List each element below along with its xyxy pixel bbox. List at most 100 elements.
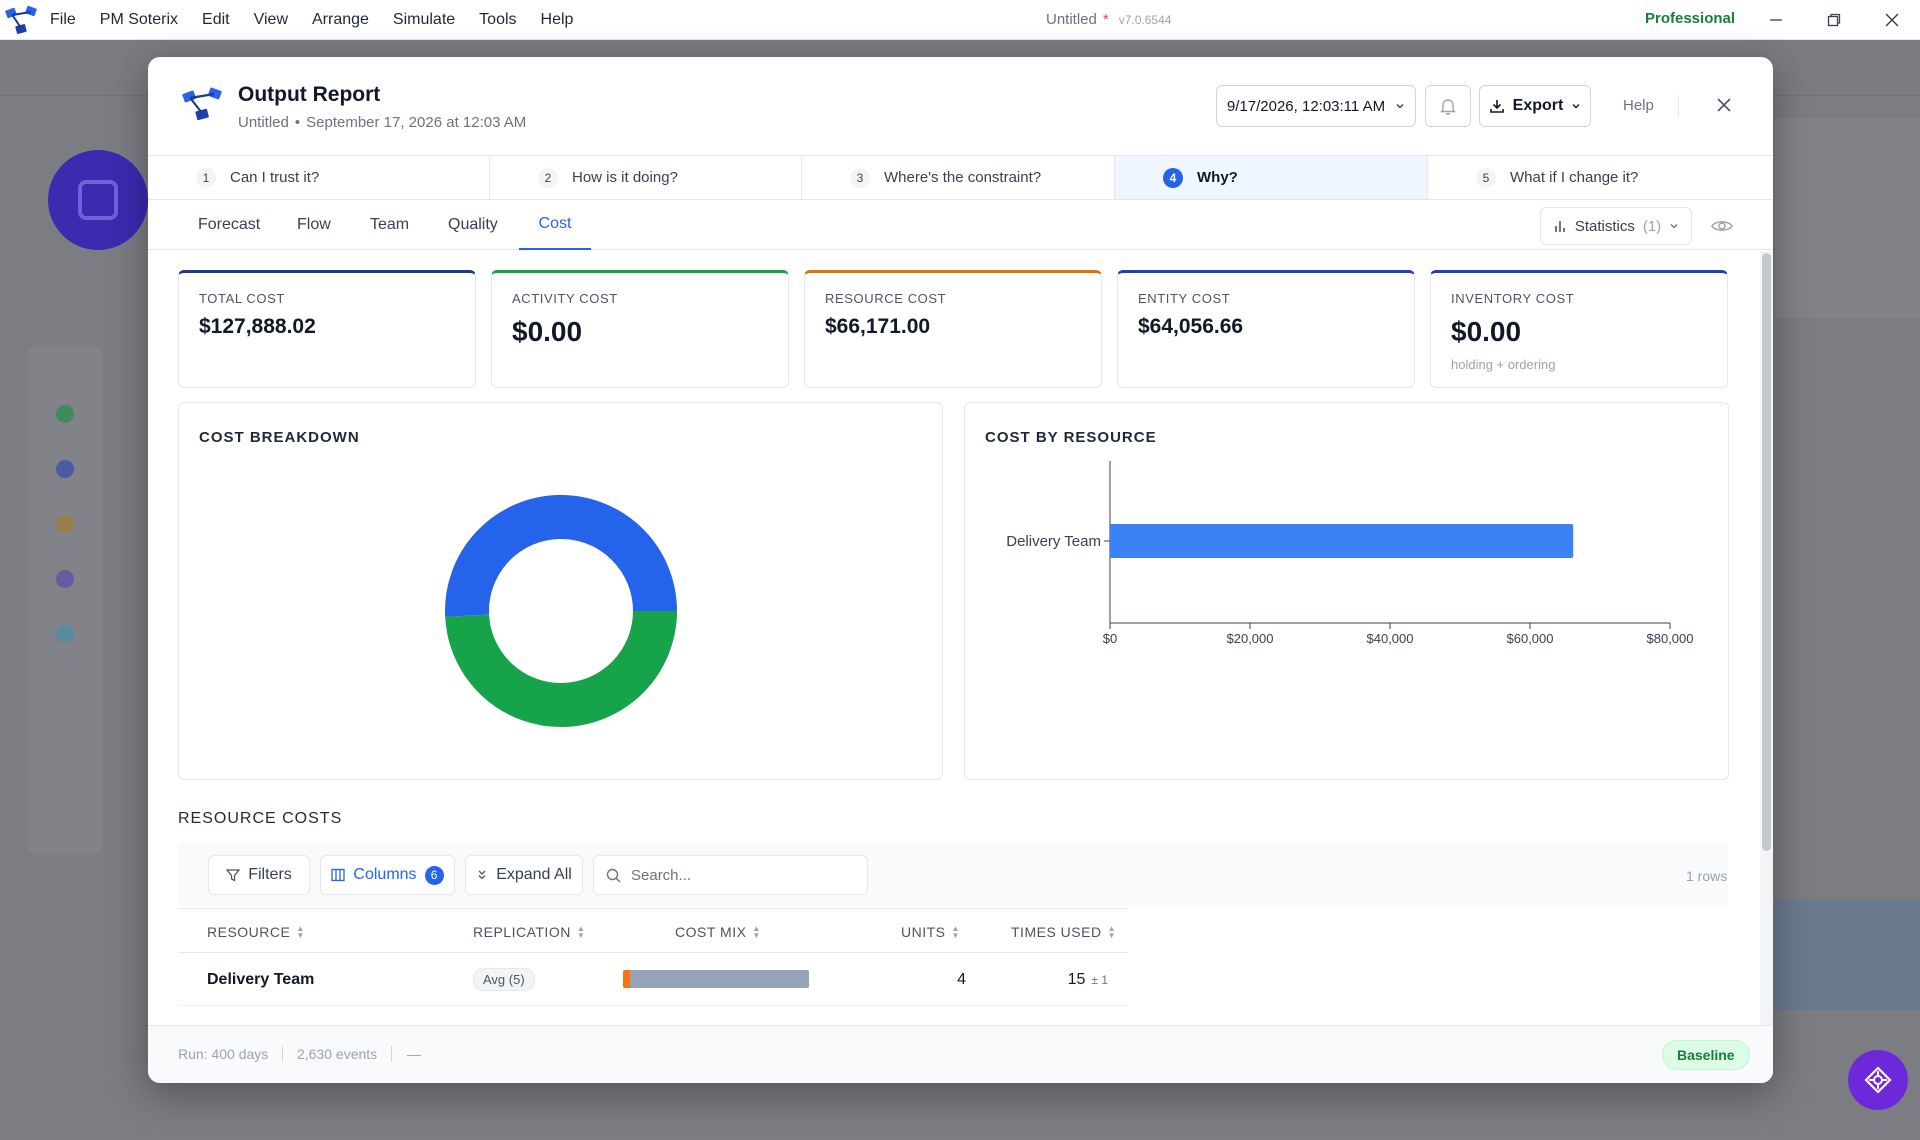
x-tick-label: $60,000	[1507, 631, 1554, 646]
donut-slice-entity	[445, 610, 677, 727]
background-dot	[56, 570, 74, 588]
statistics-button[interactable]: Statistics (1)	[1540, 207, 1692, 245]
table-header: RESOURCE ▲ ▼ REPLICATION ▲ ▼ COST MIX ▲ ▼ UNIT…	[178, 908, 1128, 953]
menu-help[interactable]: Help	[529, 11, 586, 29]
scrollbar-thumb[interactable]	[1762, 253, 1771, 851]
footer-divider	[391, 1046, 392, 1062]
kpi-label: TOTAL COST	[199, 291, 285, 306]
restore-button[interactable]	[1806, 0, 1862, 40]
column-header-label: UNITS	[901, 923, 946, 940]
menu-view[interactable]: View	[242, 11, 300, 29]
x-tick-label: $0	[1103, 631, 1117, 646]
column-header-label: TIMES USED	[1011, 923, 1102, 940]
kpi-note: holding + ordering	[1451, 357, 1556, 372]
app-logo-icon[interactable]	[0, 0, 44, 40]
close-icon	[1885, 13, 1899, 27]
eye-icon[interactable]	[1710, 214, 1734, 238]
bell-icon	[1439, 99, 1457, 115]
table-toolbar: Filters Columns 6 Expand All 1 rows	[178, 843, 1728, 907]
background-card	[1775, 118, 1920, 318]
step-number: 2	[538, 167, 558, 188]
column-header-units[interactable]: UNITS ▲ ▼	[901, 909, 960, 954]
report-footer: Run: 400 days 2,630 events — Baseline	[148, 1025, 1773, 1083]
panel-title: COST BY RESOURCE	[985, 429, 1157, 446]
notifications-button[interactable]	[1425, 85, 1471, 127]
step-label: Where's the constraint?	[884, 169, 1042, 186]
bar-delivery-team	[1110, 524, 1574, 558]
columns-count-badge: 6	[424, 865, 444, 885]
filter-icon	[226, 869, 241, 882]
menu-file[interactable]: File	[44, 11, 88, 29]
kpi-label: ENTITY COST	[1138, 291, 1231, 306]
panel-title: COST BREAKDOWN	[199, 429, 360, 446]
filters-button[interactable]: Filters	[208, 855, 310, 895]
event-count: 2,630 events	[297, 1046, 378, 1062]
columns-label: Columns	[353, 866, 417, 883]
run-timestamp-select[interactable]: 9/17/2026, 12:03:11 AM	[1216, 85, 1416, 127]
column-header-replication[interactable]: REPLICATION ▲ ▼	[473, 909, 585, 954]
menu-arrange[interactable]: Arrange	[300, 11, 381, 29]
table-row[interactable]: Delivery Team Avg (5) 4 15 ± 1	[178, 953, 1128, 1006]
columns-button[interactable]: Columns 6	[320, 855, 455, 895]
export-label: Export	[1512, 97, 1564, 114]
menu-tools[interactable]: Tools	[467, 11, 528, 29]
tab-forecast[interactable]: Forecast	[198, 200, 260, 250]
footer-dash: —	[407, 1046, 421, 1062]
columns-icon	[331, 868, 346, 882]
cost-by-resource-panel: COST BY RESOURCE $0 $20,000 $40,000 $60,000…	[964, 402, 1729, 780]
scenario-badge[interactable]: Baseline	[1662, 1040, 1750, 1070]
step-why[interactable]: 4 Why?	[1115, 156, 1428, 199]
x-tick-label: $80,000	[1647, 631, 1694, 646]
expand-icon	[478, 870, 486, 880]
column-header-times-used[interactable]: TIMES USED ▲ ▼	[1011, 909, 1116, 954]
export-button[interactable]: Export	[1479, 85, 1591, 127]
kpi-label: RESOURCE COST	[825, 291, 947, 306]
search-input[interactable]	[631, 866, 831, 884]
close-report-button[interactable]	[1708, 89, 1740, 121]
help-link[interactable]: Help	[1623, 97, 1654, 114]
expand-all-button[interactable]: Expand All	[465, 855, 583, 895]
cost-breakdown-donut-chart	[445, 495, 677, 727]
minimize-icon	[1770, 19, 1782, 21]
chevron-down-icon	[1670, 224, 1678, 229]
step-wheres-the-constraint[interactable]: 3 Where's the constraint?	[802, 156, 1115, 199]
step-number: 3	[850, 167, 870, 188]
modal-header: Output Report Untitled • September 17, 202…	[148, 57, 1773, 155]
tab-cost[interactable]: Cost	[519, 200, 591, 250]
menu-pm-soterix[interactable]: PM Soterix	[88, 11, 190, 29]
background-dot	[56, 625, 74, 643]
background-card	[1775, 900, 1920, 1010]
kpi-total-cost: TOTAL COST $127,888.02	[178, 270, 476, 388]
step-can-i-trust-it[interactable]: 1 Can I trust it?	[148, 156, 490, 199]
assistant-fab-button[interactable]	[1848, 1050, 1908, 1110]
x-tick-label: $40,000	[1367, 631, 1414, 646]
sort-icon: ▲ ▼	[576, 923, 586, 940]
x-tick-label: $20,000	[1227, 631, 1274, 646]
column-header-resource[interactable]: RESOURCE ▲ ▼	[207, 909, 305, 954]
resource-costs-title: RESOURCE COSTS	[178, 810, 343, 827]
kpi-label: INVENTORY COST	[1451, 291, 1575, 306]
tab-flow[interactable]: Flow	[297, 200, 331, 250]
step-what-if-i-change-it[interactable]: 5 What if I change it?	[1428, 156, 1773, 199]
menu-edit[interactable]: Edit	[190, 11, 242, 29]
assistant-icon	[1864, 1066, 1892, 1094]
output-report-modal: Output Report Untitled • September 17, 202…	[148, 57, 1773, 1083]
tab-team[interactable]: Team	[370, 200, 409, 250]
column-header-cost-mix[interactable]: COST MIX ▲ ▼	[675, 909, 761, 954]
kpi-value: $127,888.02	[199, 315, 316, 338]
step-how-is-it-doing[interactable]: 2 How is it doing?	[490, 156, 802, 199]
kpi-label: ACTIVITY COST	[512, 291, 618, 306]
chevron-down-icon	[1572, 104, 1580, 109]
close-icon	[1717, 98, 1731, 112]
background-dot	[56, 515, 74, 533]
minimize-button[interactable]	[1748, 0, 1804, 40]
report-title: Output Report	[238, 83, 381, 106]
window-close-button[interactable]	[1864, 0, 1920, 40]
kpi-value: $66,171.00	[825, 315, 931, 338]
background-dot	[56, 405, 74, 423]
menu-simulate[interactable]: Simulate	[381, 11, 467, 29]
tab-quality[interactable]: Quality	[448, 200, 498, 250]
header-divider	[1678, 95, 1679, 117]
column-header-label: COST MIX	[675, 923, 747, 940]
subtitle-separator: •	[294, 114, 301, 131]
